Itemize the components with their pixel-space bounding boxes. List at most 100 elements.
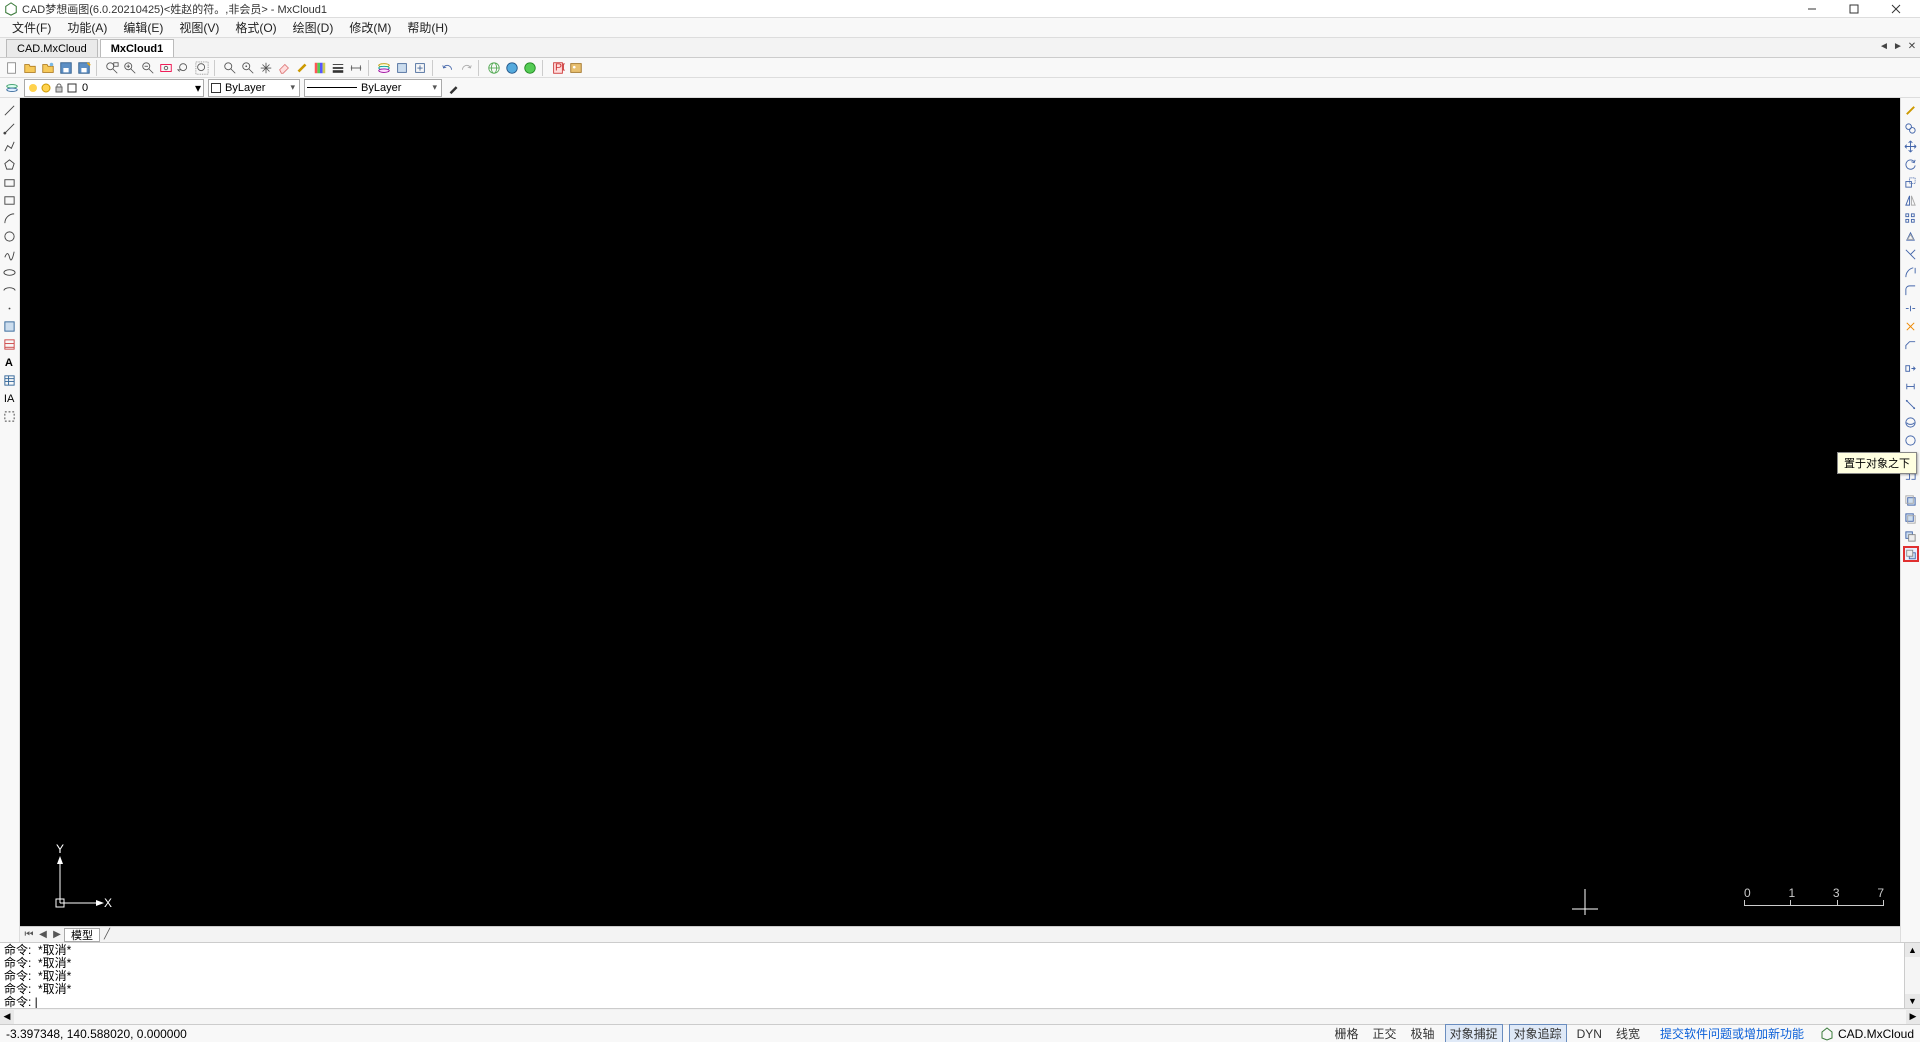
region-icon[interactable] bbox=[2, 408, 18, 424]
minimize-button[interactable] bbox=[1798, 1, 1826, 17]
menu-help[interactable]: 帮助(H) bbox=[401, 17, 454, 38]
scroll-up-icon[interactable]: ▲ bbox=[1905, 943, 1920, 957]
bring-front-icon[interactable] bbox=[1903, 492, 1919, 508]
rotate3d2-icon[interactable] bbox=[1903, 432, 1919, 448]
tab-prev-icon[interactable]: ◀ bbox=[36, 929, 50, 940]
scroll-left-icon[interactable]: ◀ bbox=[0, 1010, 14, 1024]
matchprop-icon[interactable] bbox=[294, 60, 310, 76]
toggle-osnap[interactable]: 对象捕捉 bbox=[1445, 1024, 1503, 1042]
polyline-icon[interactable] bbox=[2, 138, 18, 154]
layer-icon[interactable] bbox=[376, 60, 392, 76]
array-icon[interactable] bbox=[1903, 210, 1919, 226]
globe2-icon[interactable] bbox=[522, 60, 538, 76]
scale-icon[interactable] bbox=[1903, 174, 1919, 190]
zoom-out-icon[interactable] bbox=[140, 60, 156, 76]
spline-icon[interactable] bbox=[2, 246, 18, 262]
close-button[interactable] bbox=[1882, 1, 1910, 17]
hatch-icon[interactable] bbox=[2, 336, 18, 352]
erase-icon[interactable] bbox=[1903, 102, 1919, 118]
menu-function[interactable]: 功能(A) bbox=[61, 17, 113, 38]
menu-format[interactable]: 格式(O) bbox=[229, 17, 282, 38]
zoom-all-icon[interactable] bbox=[194, 60, 210, 76]
color-selector[interactable]: ByLayer ▾ bbox=[208, 79, 300, 97]
extend-icon[interactable] bbox=[1903, 264, 1919, 280]
circle-icon[interactable] bbox=[2, 228, 18, 244]
open-icon[interactable] bbox=[22, 60, 38, 76]
eraser-icon[interactable] bbox=[276, 60, 292, 76]
toggle-dyn[interactable]: DYN bbox=[1573, 1027, 1606, 1041]
maximize-button[interactable] bbox=[1840, 1, 1868, 17]
menu-view[interactable]: 视图(V) bbox=[173, 17, 225, 38]
open-cloud-icon[interactable] bbox=[40, 60, 56, 76]
scroll-down-icon[interactable]: ▼ bbox=[1905, 994, 1920, 1008]
layer-manager-icon[interactable] bbox=[4, 80, 20, 96]
tab-next-icon[interactable]: ► bbox=[1892, 40, 1904, 52]
zoom-center-icon[interactable] bbox=[240, 60, 256, 76]
insert-icon[interactable] bbox=[412, 60, 428, 76]
ray-icon[interactable] bbox=[2, 120, 18, 136]
table-icon[interactable] bbox=[2, 372, 18, 388]
move-icon[interactable] bbox=[1903, 138, 1919, 154]
save-icon[interactable] bbox=[58, 60, 74, 76]
mirror-icon[interactable] bbox=[1903, 192, 1919, 208]
web-icon[interactable] bbox=[486, 60, 502, 76]
break-icon[interactable] bbox=[1903, 300, 1919, 316]
explode-icon[interactable] bbox=[1903, 318, 1919, 334]
drawing-canvas[interactable]: Y X 0 1 3 7 bbox=[20, 98, 1900, 926]
toggle-ortho[interactable]: 正交 bbox=[1369, 1025, 1401, 1042]
chamfer-icon[interactable] bbox=[1903, 336, 1919, 352]
menu-file[interactable]: 文件(F) bbox=[6, 17, 57, 38]
command-history[interactable]: 命令: *取消* 命令: *取消* 命令: *取消* 命令: *取消* 命令: … bbox=[0, 943, 1904, 1008]
rotate-icon[interactable] bbox=[1903, 156, 1919, 172]
tab-next-icon[interactable]: ▶ bbox=[50, 929, 64, 940]
color-gradient-icon[interactable] bbox=[312, 60, 328, 76]
stretch-icon[interactable] bbox=[1903, 360, 1919, 376]
menu-edit[interactable]: 编辑(E) bbox=[117, 17, 169, 38]
toggle-grid[interactable]: 栅格 bbox=[1331, 1025, 1363, 1042]
linetype-selector[interactable]: ByLayer ▾ bbox=[304, 79, 442, 97]
zoom-previous-icon[interactable] bbox=[176, 60, 192, 76]
brand[interactable]: CAD.MxCloud bbox=[1820, 1027, 1914, 1041]
text-icon[interactable]: A bbox=[2, 354, 18, 370]
bring-above-icon[interactable] bbox=[1903, 528, 1919, 544]
offset-icon[interactable] bbox=[1903, 228, 1919, 244]
pdf-icon[interactable]: PDF bbox=[550, 60, 566, 76]
ellipse-arc-icon[interactable] bbox=[2, 282, 18, 298]
mtext-icon[interactable]: IA bbox=[2, 390, 18, 406]
lineweight-icon[interactable] bbox=[330, 60, 346, 76]
zoom-window-icon[interactable] bbox=[104, 60, 120, 76]
h-scrollbar[interactable]: ◀ ▶ bbox=[0, 1008, 1920, 1024]
pan-icon[interactable] bbox=[258, 60, 274, 76]
image-icon[interactable] bbox=[568, 60, 584, 76]
rotate3d-icon[interactable] bbox=[1903, 414, 1919, 430]
brush-icon[interactable] bbox=[446, 80, 462, 96]
ellipse-icon[interactable] bbox=[2, 264, 18, 280]
tab-first-icon[interactable]: ⏮ bbox=[22, 929, 36, 940]
copy-icon[interactable] bbox=[1903, 120, 1919, 136]
tab-close-icon[interactable]: ✕ bbox=[1906, 40, 1918, 52]
document-tab[interactable]: CAD.MxCloud bbox=[6, 39, 98, 57]
send-under-icon[interactable] bbox=[1903, 546, 1919, 562]
trim-icon[interactable] bbox=[1903, 246, 1919, 262]
menu-draw[interactable]: 绘图(D) bbox=[287, 17, 340, 38]
polygon-icon[interactable] bbox=[2, 156, 18, 172]
undo-icon[interactable] bbox=[440, 60, 456, 76]
document-tab-active[interactable]: MxCloud1 bbox=[100, 39, 175, 57]
rectangle-icon[interactable] bbox=[2, 174, 18, 190]
lengthen-icon[interactable] bbox=[1903, 378, 1919, 394]
insert-block-icon[interactable] bbox=[2, 318, 18, 334]
line-icon[interactable] bbox=[2, 102, 18, 118]
new-icon[interactable] bbox=[4, 60, 20, 76]
arc-icon[interactable] bbox=[2, 210, 18, 226]
feedback-link[interactable]: 提交软件问题或增加新功能 bbox=[1660, 1025, 1804, 1042]
tab-add-icon[interactable]: ╱ bbox=[100, 929, 114, 940]
layer-selector[interactable]: 0 ▾ bbox=[24, 79, 204, 97]
zoom-realtime-icon[interactable] bbox=[222, 60, 238, 76]
zoom-extents-icon[interactable] bbox=[158, 60, 174, 76]
menu-modify[interactable]: 修改(M) bbox=[343, 17, 397, 38]
send-back-icon[interactable] bbox=[1903, 510, 1919, 526]
toggle-lineweight[interactable]: 线宽 bbox=[1612, 1025, 1644, 1042]
scroll-right-icon[interactable]: ▶ bbox=[1906, 1010, 1920, 1024]
align-icon[interactable] bbox=[1903, 396, 1919, 412]
toggle-otrack[interactable]: 对象追踪 bbox=[1509, 1024, 1567, 1042]
